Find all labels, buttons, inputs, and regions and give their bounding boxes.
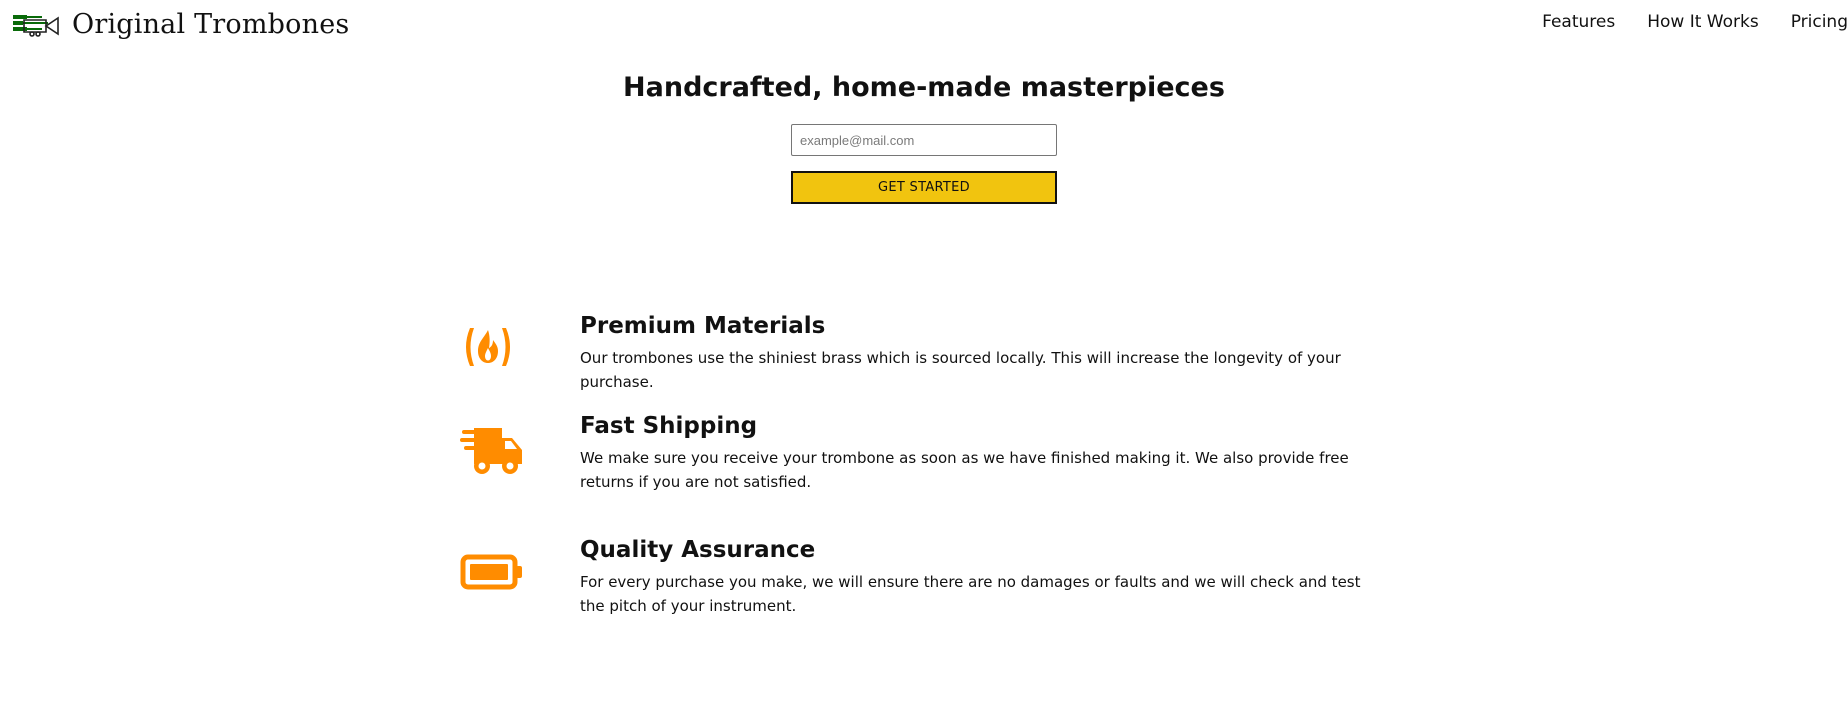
features-section: Premium Materials Our trombones use the … xyxy=(460,312,1380,646)
feature-icon-box xyxy=(460,312,580,412)
feature-icon-box xyxy=(460,412,580,536)
fire-icon xyxy=(466,328,510,366)
feature-description: Our trombones use the shiniest brass whi… xyxy=(580,349,1341,391)
battery-icon xyxy=(460,554,522,590)
logo[interactable]: Original Trombones xyxy=(12,6,349,42)
feature-text: Quality Assurance For every purchase you… xyxy=(580,534,1380,646)
truck-icon xyxy=(460,428,522,474)
feature-quality-assurance: Quality Assurance For every purchase you… xyxy=(460,536,1380,646)
hero-section: Handcrafted, home-made masterpieces GET … xyxy=(0,70,1848,204)
nav-link-pricing[interactable]: Pricing xyxy=(1791,12,1848,32)
feature-title: Quality Assurance xyxy=(580,537,816,563)
feature-premium-materials: Premium Materials Our trombones use the … xyxy=(460,312,1380,412)
get-started-button[interactable]: GET STARTED xyxy=(791,171,1057,204)
feature-title: Fast Shipping xyxy=(580,413,758,439)
feature-title: Premium Materials xyxy=(580,313,826,339)
hero-title: Handcrafted, home-made masterpieces xyxy=(623,72,1225,103)
feature-text: Fast Shipping We make sure you receive y… xyxy=(580,410,1380,536)
feature-icon-box xyxy=(460,536,580,646)
feature-description: For every purchase you make, we will ens… xyxy=(580,573,1361,615)
nav-link-how-it-works[interactable]: How It Works xyxy=(1647,12,1758,32)
feature-text: Premium Materials Our trombones use the … xyxy=(580,310,1380,412)
feature-description: We make sure you receive your trombone a… xyxy=(580,449,1349,491)
brand-name: Original Trombones xyxy=(72,8,350,40)
trombone-icon xyxy=(13,15,59,37)
main-nav: Features How It Works Pricing xyxy=(1510,12,1848,32)
feature-fast-shipping: Fast Shipping We make sure you receive y… xyxy=(460,412,1380,536)
email-input[interactable] xyxy=(791,124,1057,156)
site-header: Original Trombones Features How It Works… xyxy=(0,0,1848,48)
nav-link-features[interactable]: Features xyxy=(1542,12,1615,32)
